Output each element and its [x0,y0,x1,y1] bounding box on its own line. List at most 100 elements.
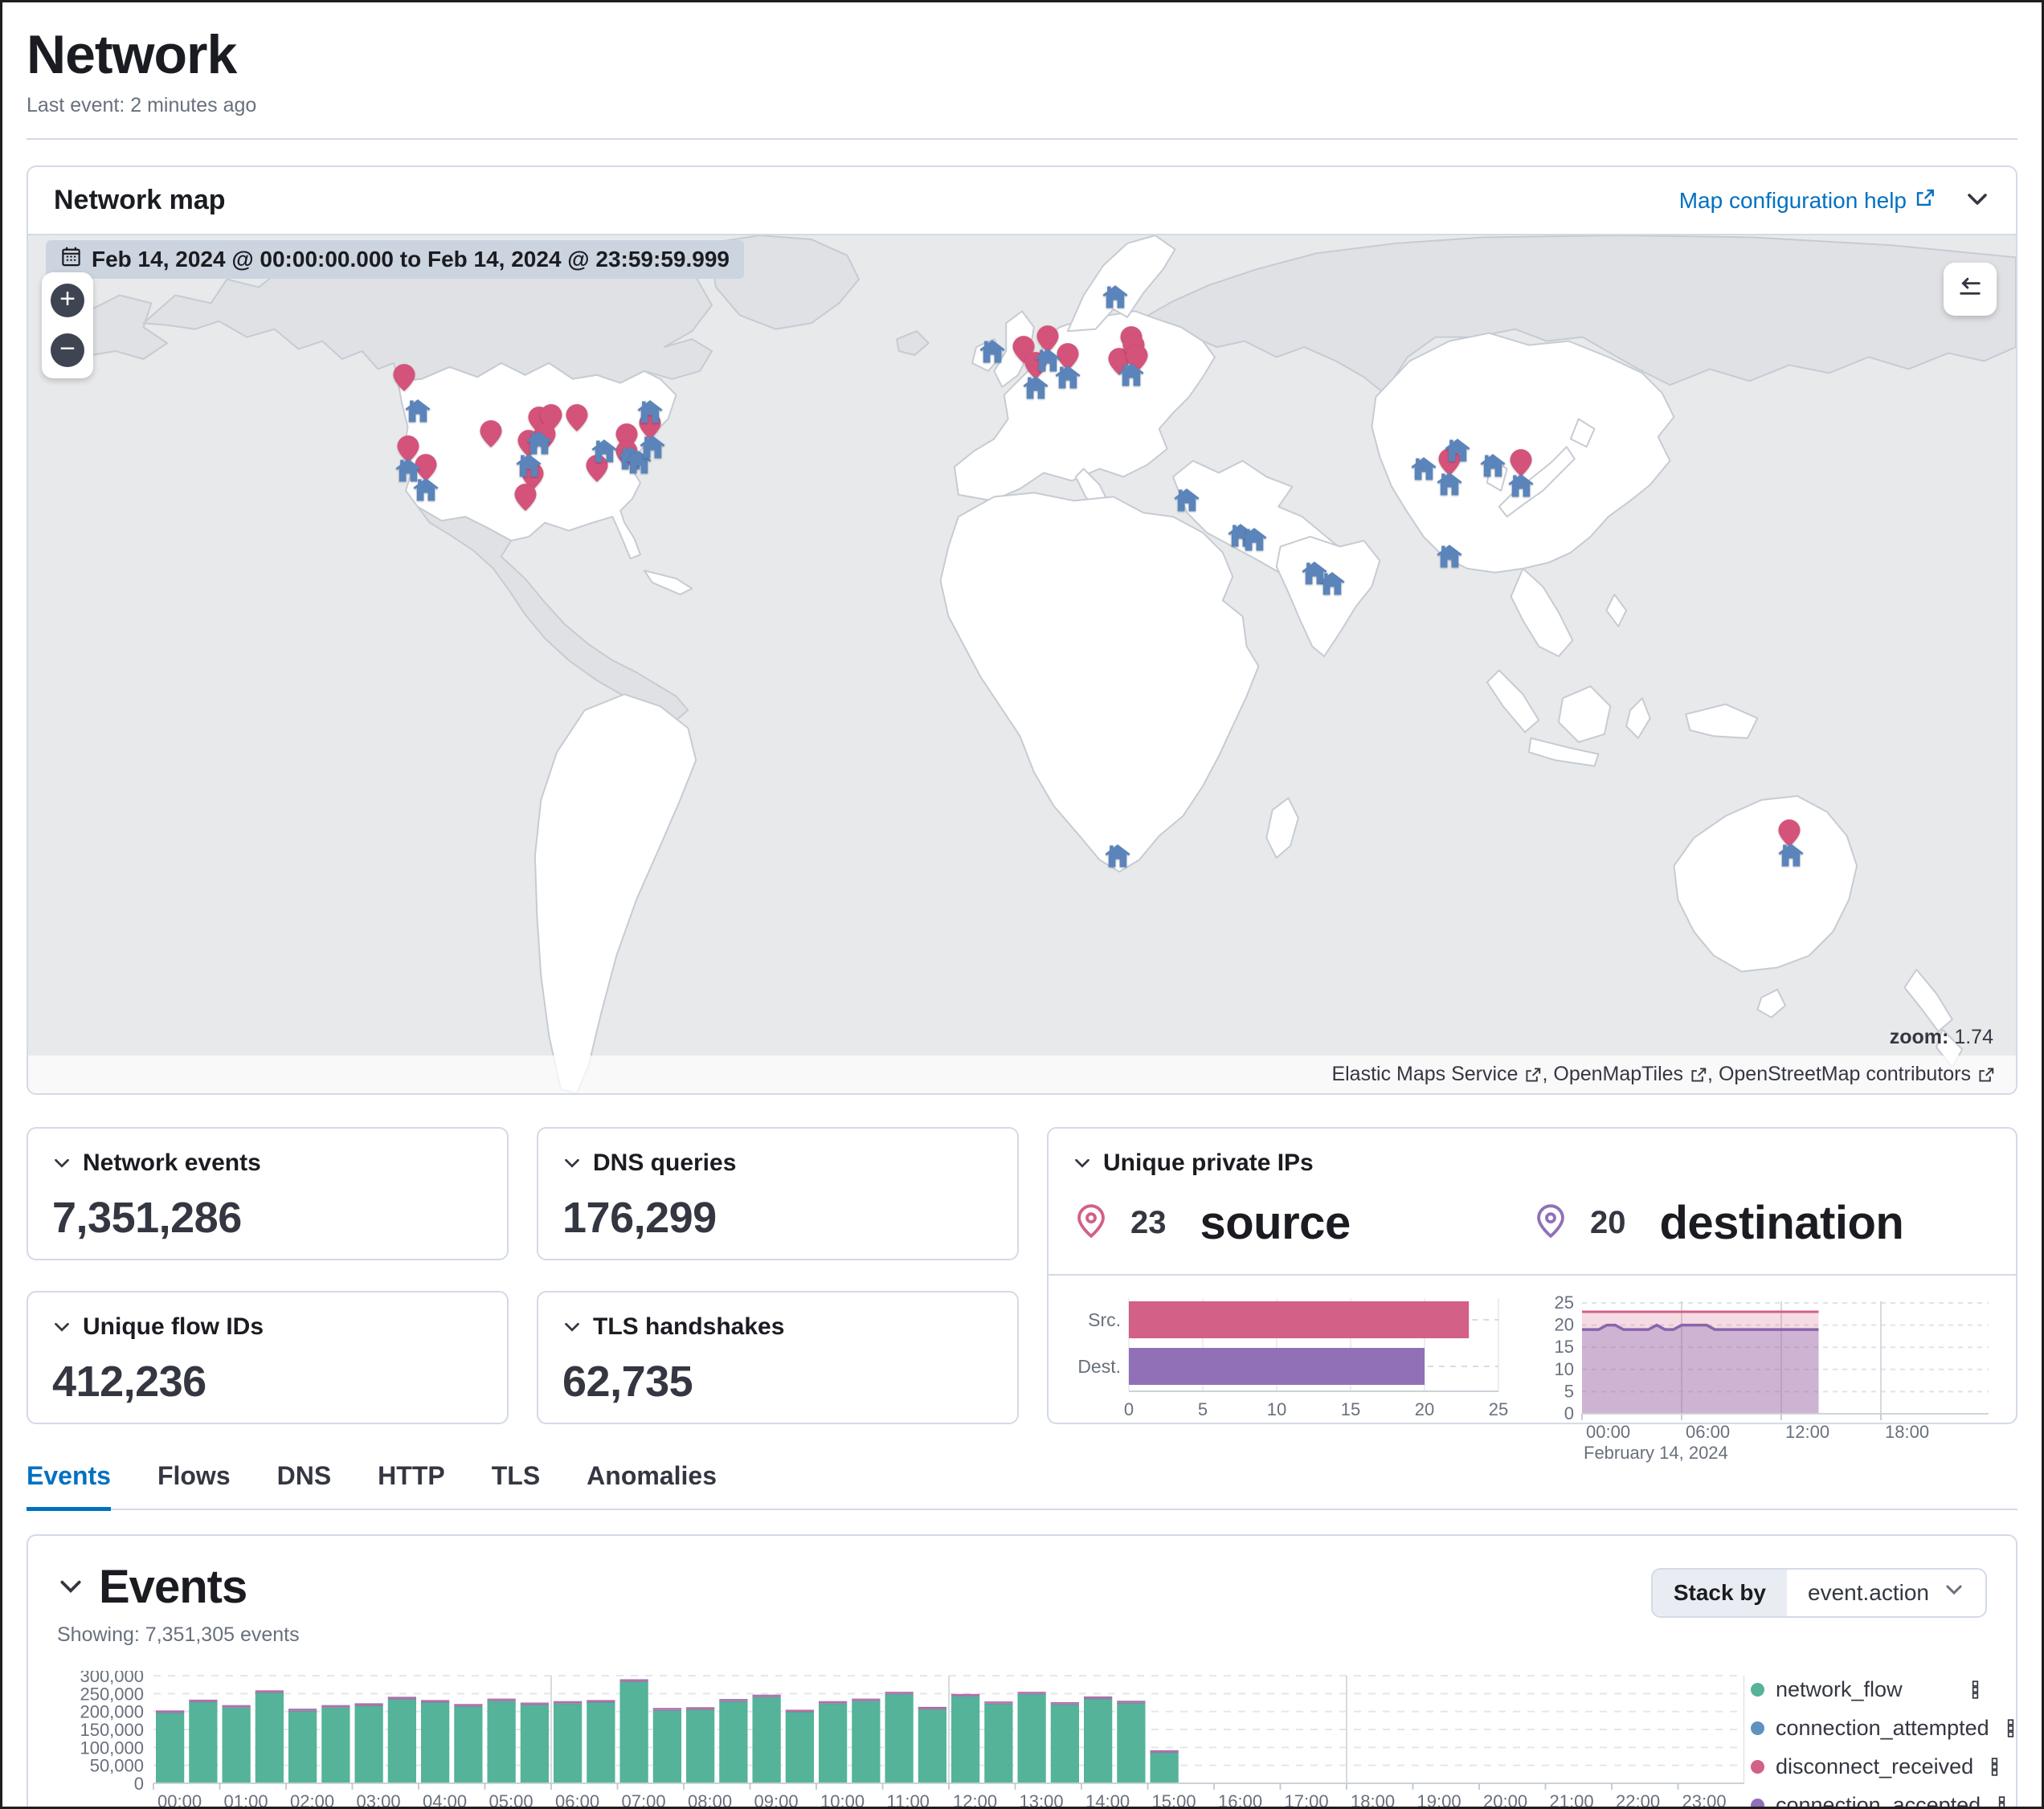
kpi-card-dns-queries: DNS queries 176,299 [537,1127,1019,1260]
destination-pin[interactable] [636,399,664,424]
kpi-collapse-button[interactable] [562,1154,582,1173]
kpi-card-unique-flow-ids: Unique flow IDs 412,236 [27,1291,509,1424]
destination-pin[interactable] [1104,843,1131,868]
destination-ips-label: destination [1660,1196,1904,1250]
kpi-collapse-button[interactable] [562,1317,582,1337]
destination-pin[interactable] [404,398,431,423]
kpi-value: 412,236 [52,1357,483,1407]
kpi-title: Unique flow IDs [83,1313,264,1341]
destination-pin[interactable] [1436,472,1463,496]
attribution-link[interactable]: Elastic Maps Service [1331,1063,1542,1086]
destination-pin[interactable] [1436,543,1463,568]
zoom-in-button[interactable]: + [51,284,84,317]
destination-pin[interactable] [1022,375,1049,400]
map-legend-toggle-button[interactable] [1944,263,1997,316]
events-collapse-button[interactable] [57,1573,84,1600]
destination-pin[interactable] [979,339,1006,364]
svg-text:01:00: 01:00 [224,1791,268,1809]
app-window: Network Last event: 2 minutes ago Networ… [0,0,2044,1809]
destination-pin[interactable] [639,435,666,459]
destination-pin[interactable] [1173,488,1200,512]
svg-text:25: 25 [1555,1293,1574,1313]
map-canvas[interactable]: Feb 14, 2024 @ 00:00:00.000 to Feb 14, 2… [28,234,2016,1093]
stack-by-control: Stack by event.action [1651,1568,1987,1618]
tab-flows[interactable]: Flows [157,1461,231,1509]
destination-pin[interactable] [1410,456,1437,481]
destination-pin[interactable] [1118,362,1145,387]
destination-pin[interactable] [1318,571,1346,596]
stack-by-label: Stack by [1653,1570,1787,1616]
unique-ips-bar-chart: 0510152025Src.Dest. [1073,1293,1523,1420]
svg-text:10:00: 10:00 [820,1791,865,1809]
destination-pin[interactable] [1102,284,1129,309]
events-legend: network_flow connection_attempted disconne… [1744,1671,1985,1809]
svg-text:00:00: 00:00 [157,1791,202,1809]
destination-pin[interactable] [1507,473,1535,498]
svg-text:17:00: 17:00 [1285,1791,1329,1809]
tab-tls[interactable]: TLS [492,1461,540,1509]
tab-anomalies[interactable]: Anomalies [587,1461,717,1509]
map-panel-collapse-button[interactable] [1964,186,1990,214]
source-pin[interactable] [566,404,587,431]
svg-text:15: 15 [1555,1337,1574,1357]
svg-text:16:00: 16:00 [1218,1791,1262,1809]
svg-text:10: 10 [1267,1399,1286,1419]
stack-by-select[interactable]: event.action [1787,1570,1985,1616]
attribution-link[interactable]: OpenStreetMap contributors [1719,1063,1995,1086]
tab-http[interactable]: HTTP [378,1461,445,1509]
svg-text:200,000: 200,000 [80,1701,144,1721]
svg-text:20: 20 [1415,1399,1434,1419]
kpi-collapse-button[interactable] [52,1154,72,1173]
legend-options-icon[interactable] [1992,1795,2012,1809]
svg-text:06:00: 06:00 [1686,1422,1730,1442]
svg-text:08:00: 08:00 [688,1791,732,1809]
menu-left-icon [1956,274,1985,305]
source-pin[interactable] [514,484,536,511]
destination-pin[interactable] [1777,843,1805,868]
source-pin[interactable] [480,420,502,447]
destination-pin[interactable] [1479,453,1506,478]
destination-pin[interactable] [1241,527,1268,552]
network-tabs: Events Flows DNS HTTP TLS Anomalies [27,1461,2017,1510]
svg-text:14:00: 14:00 [1085,1791,1130,1809]
chevron-down-icon [1964,186,1990,214]
destination-pin[interactable] [515,453,542,478]
legend-item-disconnect_received[interactable]: disconnect_received [1751,1751,1985,1783]
kpi-collapse-button[interactable] [52,1317,72,1337]
svg-text:12:00: 12:00 [1785,1422,1829,1442]
events-title: Events [99,1560,247,1614]
destination-pin[interactable] [1054,365,1081,390]
tab-events[interactable]: Events [27,1461,111,1511]
map-zoom-controls: + − [42,272,93,378]
network-map-panel: Network map Map configuration help [27,165,2017,1095]
legend-item-network_flow[interactable]: network_flow [1751,1674,1985,1706]
kpi-card-network-events: Network events 7,351,286 [27,1127,509,1260]
kpi-value: 7,351,286 [52,1193,483,1243]
map-configuration-help-link[interactable]: Map configuration help [1679,187,1936,214]
legend-options-icon[interactable] [1985,1757,2005,1777]
svg-text:13:00: 13:00 [1020,1791,1064,1809]
map-date-range-text: Feb 14, 2024 @ 00:00:00.000 to Feb 14, 2… [92,247,730,272]
legend-item-connection_accepted[interactable]: connection_accepted [1751,1790,1985,1809]
destination-pin[interactable] [525,430,553,455]
svg-text:250,000: 250,000 [80,1684,144,1704]
events-histogram: 300,000250,000200,000150,000100,00050,00… [57,1671,1744,1809]
svg-text:20:00: 20:00 [1483,1791,1527,1809]
ips-collapse-button[interactable] [1073,1154,1092,1173]
destination-pin[interactable] [412,477,439,502]
svg-text:11:00: 11:00 [887,1791,930,1809]
zoom-out-button[interactable]: − [51,333,84,367]
legend-item-connection_attempted[interactable]: connection_attempted [1751,1713,1985,1745]
tab-dns[interactable]: DNS [277,1461,332,1509]
legend-options-icon[interactable] [1965,1680,1985,1700]
source-pin[interactable] [393,364,415,391]
kpi-title: Network events [83,1150,261,1177]
events-panel: Events Showing: 7,351,305 events Stack b… [27,1534,2017,1809]
attribution-link[interactable]: OpenMapTiles [1553,1063,1707,1086]
destination-pin[interactable] [591,439,618,463]
destination-pin[interactable] [1444,438,1471,463]
svg-text:0: 0 [1124,1399,1134,1419]
svg-text:15:00: 15:00 [1152,1791,1196,1809]
destination-ips-stat: 20 destination [1532,1196,1992,1250]
legend-options-icon[interactable] [2001,1718,2021,1738]
